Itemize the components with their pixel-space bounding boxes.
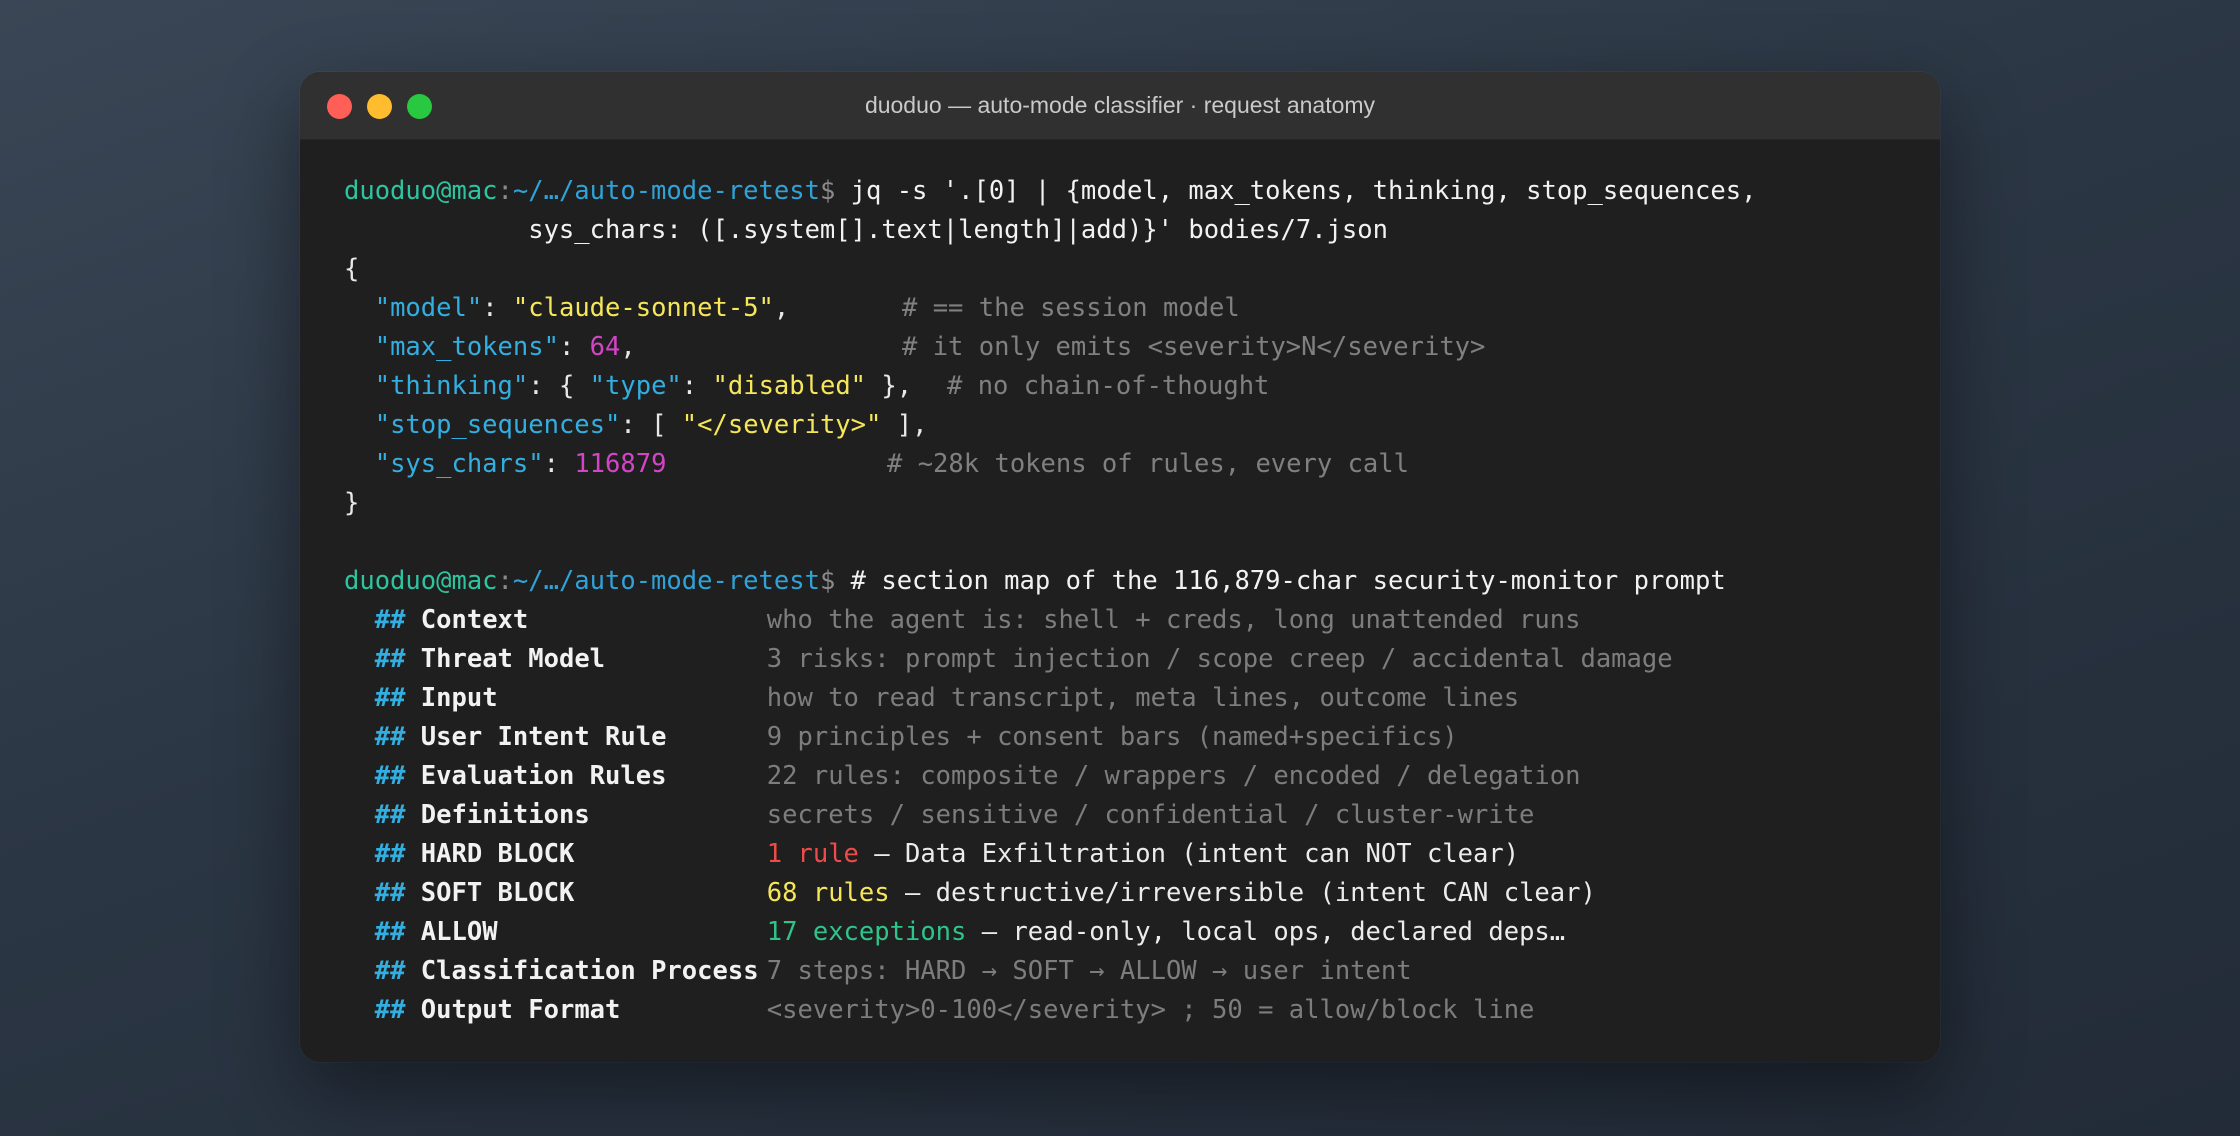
prompt-symbol: $ [819, 176, 836, 206]
command-continuation: sys_chars: ([.system[].text|length]|add)… [344, 215, 1388, 245]
section-name: User Intent Rule [420, 722, 667, 752]
json-row-model: "model": "claude-sonnet-5", # == the sess… [374, 293, 1240, 323]
command-line: duoduo@mac:~/…/auto-mode-retest$ # secti… [344, 566, 1726, 596]
section-name: Input [420, 683, 498, 713]
command-text: # section map of the 116,879-char securi… [835, 566, 1726, 596]
json-comment: # ~28k tokens of rules, every call [887, 449, 1409, 479]
json-row-sys-chars: "sys_chars": 116879 # ~28k tokens of rule… [374, 449, 1409, 479]
section-desc: — destructive/irreversible (intent CAN c… [889, 878, 1596, 908]
section-row: ## Threat Model 3 risks: prompt injection… [344, 640, 1920, 679]
section-row: ## ALLOW 17 exceptions — read-only, local… [344, 913, 1920, 952]
section-desc: 7 steps: HARD → SOFT → ALLOW → user inte… [766, 956, 1412, 986]
section-highlight: 68 rules [766, 878, 890, 908]
prompt-symbol: $ [819, 566, 836, 596]
section-row: ## Context who the agent is: shell + cred… [344, 601, 1920, 640]
section-name: HARD BLOCK [420, 839, 575, 869]
section-desc: how to read transcript, meta lines, outc… [766, 683, 1520, 713]
section-highlight: 1 rule [766, 839, 859, 869]
json-row-thinking: "thinking": { "type": "disabled" }, # no … [374, 371, 1270, 401]
section-desc: — read-only, local ops, declared deps… [966, 917, 1566, 947]
prompt-user: duoduo@mac [344, 176, 498, 206]
json-comment: # == the session model [902, 293, 1240, 323]
section-name: Classification Process [420, 956, 759, 986]
terminal-window: duoduo — auto-mode classifier · request … [300, 72, 1940, 1062]
section-row: ## Definitions secrets / sensitive / conf… [344, 796, 1920, 835]
section-name: ALLOW [420, 917, 498, 947]
section-desc: 9 principles + consent bars (named+speci… [766, 722, 1458, 752]
section-name: SOFT BLOCK [420, 878, 575, 908]
section-desc: <severity>0-100</severity> ; 50 = allow/… [766, 995, 1535, 1025]
json-open-brace: { [344, 254, 360, 284]
title-bar: duoduo — auto-mode classifier · request … [300, 72, 1940, 140]
section-highlight: 17 exceptions [766, 917, 967, 947]
section-desc: — Data Exfiltration (intent can NOT clea… [858, 839, 1520, 869]
command-text: jq -s '.[0] | {model, max_tokens, thinki… [835, 176, 1757, 206]
window-title: duoduo — auto-mode classifier · request … [864, 92, 1376, 118]
command-line: duoduo@mac:~/…/auto-mode-retest$ jq -s '… [344, 176, 1757, 206]
section-name: Output Format [420, 995, 621, 1025]
section-desc: secrets / sensitive / confidential / clu… [766, 800, 1535, 830]
section-row: ## Evaluation Rules 22 rules: composite /… [344, 757, 1920, 796]
prompt-user: duoduo@mac [344, 566, 498, 596]
json-row-stop-sequences: "stop_sequences": [ "</severity>" ], [374, 410, 928, 440]
section-name: Definitions [420, 800, 590, 830]
section-row: ## Output Format <severity>0-100</severit… [344, 991, 1920, 1030]
section-row: ## Classification Process 7 steps: HARD →… [344, 952, 1920, 991]
section-row: ## Input how to read transcript, meta lin… [344, 679, 1920, 718]
section-name: Context [420, 605, 529, 635]
json-comment: # no chain-of-thought [947, 371, 1270, 401]
section-name: Evaluation Rules [420, 761, 667, 791]
section-row: ## User Intent Rule 9 principles + consen… [344, 718, 1920, 757]
section-row: ## SOFT BLOCK 68 rules — destructive/irre… [344, 874, 1920, 913]
prompt-path: ~/…/auto-mode-retest [512, 566, 820, 596]
prompt-path: ~/…/auto-mode-retest [512, 176, 820, 206]
section-name: Threat Model [420, 644, 606, 674]
section-row: ## HARD BLOCK 1 rule — Data Exfiltration … [344, 835, 1920, 874]
json-row-max-tokens: "max_tokens": 64, # it only emits <severi… [374, 332, 1486, 362]
json-close-brace: } [344, 488, 360, 518]
section-desc: who the agent is: shell + creds, long un… [766, 605, 1581, 635]
json-comment: # it only emits <severity>N</severity> [902, 332, 1486, 362]
section-desc: 22 rules: composite / wrappers / encoded… [766, 761, 1581, 791]
terminal-content[interactable]: duoduo@mac:~/…/auto-mode-retest$ jq -s '… [344, 172, 1920, 1030]
section-desc: 3 risks: prompt injection / scope creep … [766, 644, 1673, 674]
